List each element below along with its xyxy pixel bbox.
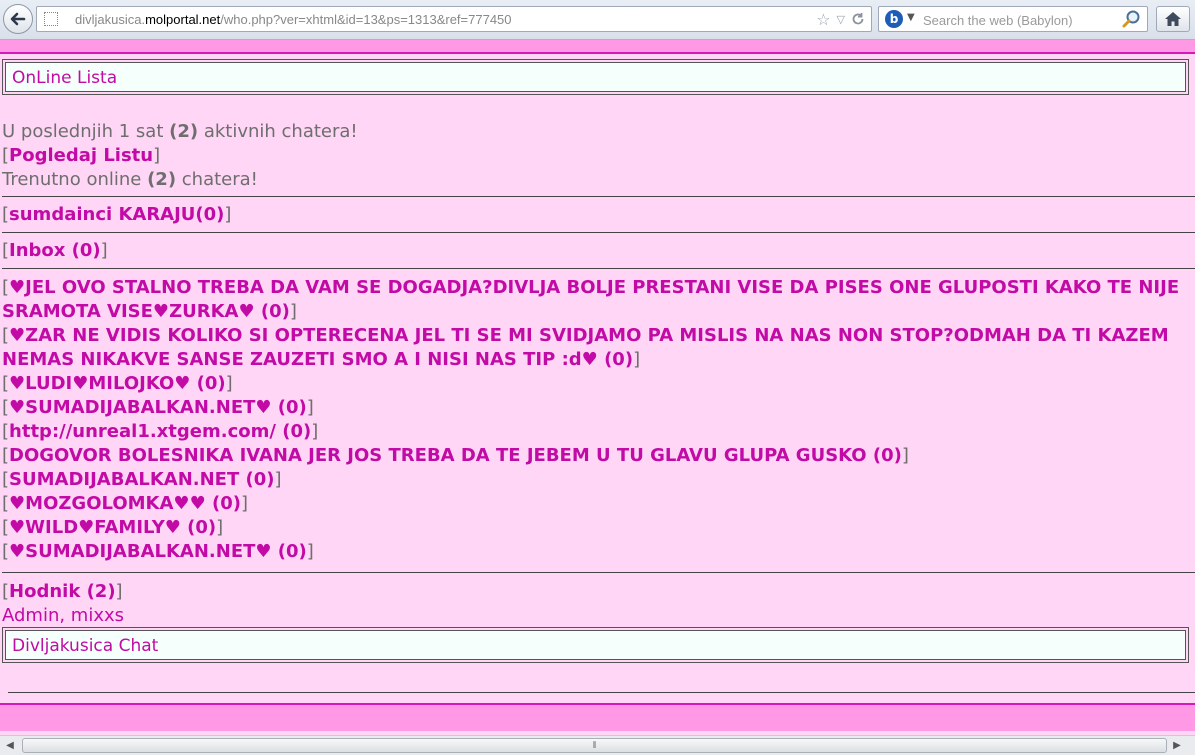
view-list-link[interactable]: Pogledaj Listu: [9, 145, 153, 166]
room-link[interactable]: SUMADIJABALKAN.NET (0): [9, 469, 274, 490]
room-link[interactable]: ♥SUMADIJABALKAN.NET♥ (0): [9, 541, 307, 562]
list-item: [DOGOVOR BOLESNIKA IVANA JER JOS TREBA D…: [2, 445, 909, 466]
room-link[interactable]: ♥MOZGOLOMKA♥♥ (0): [9, 493, 241, 514]
room-link[interactable]: ♥LUDI♥MILOJKO♥ (0): [9, 373, 226, 394]
page-content: OnLine Lista U poslednjih 1 sat (2) akti…: [0, 40, 1195, 735]
active-users-text: U poslednjih 1 sat (2) aktivnih chatera!: [2, 121, 358, 142]
room-link[interactable]: ♥SUMADIJABALKAN.NET♥ (0): [9, 397, 307, 418]
room-link[interactable]: ♥WILD♥FAMILY♥ (0): [9, 517, 216, 538]
star-icon[interactable]: ☆: [816, 10, 830, 29]
page-title: OnLine Lista: [5, 62, 1186, 92]
list-item: [http://unreal1.xtgem.com/ (0)]: [2, 421, 319, 442]
back-arrow-icon: [10, 12, 26, 26]
footer-title: Divljakusica Chat: [5, 630, 1186, 660]
url-text[interactable]: divljakusica.molportal.net/who.php?ver=x…: [75, 12, 512, 27]
room-link[interactable]: ♥JEL OVO STALNO TREBA DA VAM SE DOGADJA?…: [2, 277, 1179, 322]
list-item: [♥SUMADIJABALKAN.NET♥ (0)]: [2, 397, 314, 418]
search-bar[interactable]: b ▼: [878, 6, 1148, 32]
top-band: [0, 40, 1195, 54]
bottom-band: [0, 703, 1195, 731]
grip-icon: ⦀: [592, 740, 597, 751]
home-icon: [1165, 12, 1181, 26]
list-item: [♥JEL OVO STALNO TREBA DA VAM SE DOGADJA…: [2, 277, 1180, 322]
list-item: [♥WILD♥FAMILY♥ (0)]: [2, 517, 224, 538]
room-link[interactable]: http://unreal1.xtgem.com/ (0): [9, 421, 311, 442]
list-item: [♥MOZGOLOMKA♥♥ (0)]: [2, 493, 248, 514]
magnifier-icon[interactable]: [1121, 9, 1141, 29]
site-identity-icon[interactable]: [44, 12, 58, 26]
list-item: [♥SUMADIJABALKAN.NET♥ (0)]: [2, 541, 314, 562]
view-list-row: [Pogledaj Listu]: [2, 145, 161, 166]
browser-toolbar: divljakusica.molportal.net/who.php?ver=x…: [0, 0, 1195, 40]
horizontal-scrollbar[interactable]: ◀ ⦀ ▶: [0, 735, 1195, 755]
list-item: [♥LUDI♥MILOJKO♥ (0)]: [2, 373, 233, 394]
url-bar-icons: ☆ ▽: [816, 9, 865, 29]
hallway-link[interactable]: Hodnik (2): [9, 581, 116, 602]
inbox-link[interactable]: Inbox (0): [9, 240, 101, 261]
engine-dropdown-icon[interactable]: ▼: [907, 12, 915, 23]
home-button[interactable]: [1156, 6, 1190, 32]
divider: [2, 268, 1195, 269]
inbox-row: [Inbox (0)]: [2, 240, 108, 261]
online-now-text: Trenutno online (2) chatera!: [2, 169, 258, 190]
divider: [2, 572, 1195, 573]
dropdown-arrow-icon[interactable]: ▽: [837, 13, 845, 26]
room-list: [♥JEL OVO STALNO TREBA DA VAM SE DOGADJA…: [2, 276, 1192, 564]
hallway-row: [Hodnik (2)]: [2, 581, 123, 602]
hallway-users: Admin, mixxs: [2, 605, 125, 626]
room-link[interactable]: ♥ZAR NE VIDIS KOLIKO SI OPTERECENA JEL T…: [2, 325, 1169, 370]
address-bar[interactable]: divljakusica.molportal.net/who.php?ver=x…: [36, 6, 872, 32]
reload-icon[interactable]: [851, 12, 865, 26]
list-item: [♥ZAR NE VIDIS KOLIKO SI OPTERECENA JEL …: [2, 325, 1169, 370]
divider: [2, 232, 1195, 233]
footer-box: Divljakusica Chat: [2, 627, 1189, 663]
room-link[interactable]: DOGOVOR BOLESNIKA IVANA JER JOS TREBA DA…: [9, 445, 902, 466]
list-item: [SUMADIJABALKAN.NET (0)]: [2, 469, 282, 490]
header-box: OnLine Lista: [2, 59, 1189, 95]
scroll-left-icon[interactable]: ◀: [2, 738, 18, 753]
divider: [2, 196, 1195, 197]
divider: [8, 692, 1195, 693]
babylon-engine-icon[interactable]: b: [885, 10, 903, 28]
group-link[interactable]: sumdainci KARAJU(0): [9, 204, 224, 225]
scroll-right-icon[interactable]: ▶: [1169, 738, 1185, 753]
back-button[interactable]: [3, 4, 33, 34]
scroll-thumb[interactable]: ⦀: [22, 738, 1167, 753]
search-input[interactable]: [921, 9, 1125, 31]
group-row: [sumdainci KARAJU(0)]: [2, 204, 232, 225]
